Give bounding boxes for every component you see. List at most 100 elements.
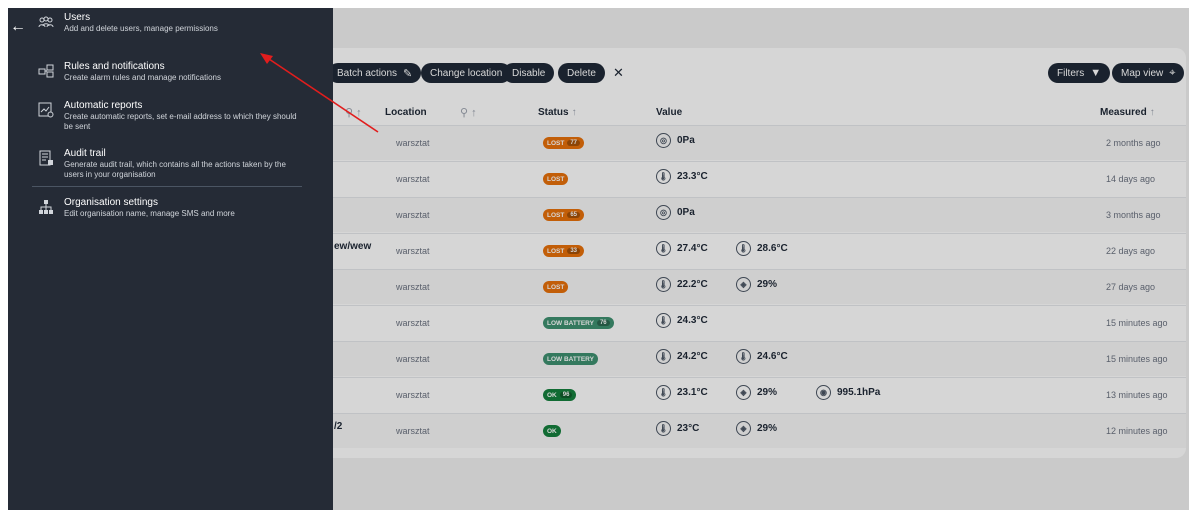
menu-divider (32, 186, 302, 187)
value-reading: ◈ 29% (736, 385, 777, 400)
status-label: LOST (547, 139, 565, 147)
menu-item-desc: Edit organisation name, manage SMS and m… (64, 209, 235, 218)
status-count: 33 (567, 248, 581, 254)
disable-button[interactable]: Disable (503, 63, 555, 83)
value-text: 995.1hPa (837, 387, 881, 398)
measured-cell: 27 days ago (1106, 282, 1156, 292)
table-row[interactable]: warsztat LOST 65 ◎ 0Pa 3 months ago (218, 197, 1186, 232)
disable-label: Disable (512, 67, 546, 79)
funnel-icon: ▼ (1090, 67, 1102, 79)
value-reading: 🌡 22.2°C (656, 277, 708, 292)
filters-button[interactable]: Filters ▼ (1048, 63, 1111, 83)
value-text: 0Pa (677, 135, 695, 146)
measured-cell: 15 minutes ago (1106, 354, 1168, 364)
menu-item-desc: Add and delete users, manage permissions (64, 24, 218, 33)
status-count: 65 (567, 212, 581, 218)
value-reading: ◎ 0Pa (656, 205, 695, 220)
delete-label: Delete (567, 67, 596, 79)
measured-cell: 14 days ago (1106, 174, 1156, 184)
thermometer-icon: 🌡 (656, 277, 671, 292)
batch-actions-label: Batch actions (337, 67, 398, 79)
table-row[interactable]: ew/wew warsztat LOST 33 🌡 27.4°C 🌡 28.6°C 22 day… (218, 233, 1186, 268)
value-reading: 🌡 24.2°C (656, 349, 708, 364)
value-reading: ◈ 29% (736, 277, 777, 292)
barometer-icon: ◉ (816, 385, 831, 400)
value-text: 24.6°C (757, 351, 788, 362)
location-cell: warsztat (396, 246, 430, 256)
status-badge: LOST 77 (543, 137, 585, 149)
table-row[interactable]: warsztat OK 96 🌡 23.1°C ◈ 29% ◉ 995.1hPa 13 minut… (218, 377, 1186, 412)
column-header-location[interactable]: Location (385, 107, 427, 118)
location-cell: warsztat (396, 174, 430, 184)
table-row[interactable]: warsztat LOST 🌡 23.3°C 14 days ago (218, 161, 1186, 196)
search-icon[interactable]: ⚲ ↑ (345, 106, 362, 119)
column-header-measured[interactable]: Measured ↑ (1100, 107, 1155, 118)
measured-cell: 12 minutes ago (1106, 426, 1168, 436)
close-batch-icon[interactable]: ✕ (613, 63, 624, 83)
table-row[interactable]: warsztat LOW BATTERY 76 🌡 24.3°C 15 minutes a… (218, 305, 1186, 340)
status-header-label: Status (538, 107, 569, 118)
status-count: 96 (559, 392, 573, 398)
table-row[interactable]: warsztat LOW BATTERY 🌡 24.2°C 🌡 24.6°C 15 minu… (218, 341, 1186, 376)
measured-cell: 2 months ago (1106, 138, 1161, 148)
audit-icon (39, 150, 53, 166)
value-text: 0Pa (677, 207, 695, 218)
status-badge: OK 96 (543, 389, 577, 401)
location-cell: warsztat (396, 390, 430, 400)
sort-arrow-icon: ↑ (571, 107, 577, 118)
value-text: 29% (757, 387, 778, 398)
table-row[interactable]: /2 warsztat OK 🌡 23°C ◈ 29% 12 minutes ago (218, 413, 1186, 448)
status-label: LOW BATTERY (547, 319, 594, 327)
location-header-label: Location (385, 107, 427, 118)
status-badge: LOST (543, 173, 569, 185)
location-cell: warsztat (396, 138, 430, 148)
pencil-icon: ✎ (403, 67, 413, 80)
status-label: LOST (547, 283, 565, 291)
arrow-left-icon[interactable]: ← (10, 18, 26, 36)
column-header-status[interactable]: Status ↑ (538, 107, 577, 118)
status-badge: LOW BATTERY (543, 353, 598, 365)
status-label: LOST (547, 175, 565, 183)
status-label: LOST (547, 211, 565, 219)
pressure-icon: ◎ (656, 133, 671, 148)
org-chart-icon (39, 200, 53, 214)
menu-item-desc: Create automatic reports, set e-mail add… (64, 112, 297, 131)
value-text: 27.4°C (677, 243, 708, 254)
measured-cell: 22 days ago (1106, 246, 1156, 256)
menu-item-desc: Generate audit trail, which contains all… (64, 160, 286, 179)
status-count: 76 (596, 320, 610, 326)
app-frame: Batch actions ✎ Change location Disable … (8, 8, 1189, 510)
status-badge: LOST 65 (543, 209, 585, 221)
status-label: OK (547, 427, 557, 435)
menu-item-desc: Create alarm rules and manage notificati… (64, 73, 221, 82)
device-name: ew/wew (334, 241, 372, 252)
menu-item-title: Rules and notifications (64, 61, 165, 72)
value-text: 24.2°C (677, 351, 708, 362)
sort-arrow-icon: ↑ (1149, 107, 1155, 118)
menu-item-title: Automatic reports (64, 100, 143, 111)
value-reading: ◉ 995.1hPa (816, 385, 880, 400)
humidity-icon: ◈ (736, 385, 751, 400)
table-row[interactable]: warsztat LOST 🌡 22.2°C ◈ 29% 27 days ago (218, 269, 1186, 304)
change-location-label: Change location (430, 67, 503, 79)
delete-button[interactable]: Delete (558, 63, 605, 83)
pressure-icon: ◎ (656, 205, 671, 220)
status-badge: OK (543, 425, 561, 437)
menu-item-title: Audit trail (64, 148, 106, 159)
map-view-label: Map view (1121, 67, 1164, 79)
users-icon (38, 16, 54, 28)
thermometer-icon: 🌡 (736, 349, 751, 364)
value-reading: 🌡 23.3°C (656, 169, 708, 184)
location-search-icon[interactable]: ⚲ ↑ (460, 106, 477, 119)
rules-icon (38, 64, 54, 78)
batch-actions-button[interactable]: Batch actions ✎ (328, 63, 422, 83)
value-reading: 🌡 24.3°C (656, 313, 708, 328)
table-row[interactable]: warsztat LOST 77 ◎ 0Pa 2 months ago (218, 125, 1186, 160)
value-reading: 🌡 28.6°C (736, 241, 788, 256)
status-badge: LOST (543, 281, 569, 293)
measured-cell: 13 minutes ago (1106, 390, 1168, 400)
change-location-button[interactable]: Change location (421, 63, 512, 83)
value-reading: ◎ 0Pa (656, 133, 695, 148)
value-text: 29% (757, 279, 778, 290)
map-view-button[interactable]: Map view ⌖ (1112, 63, 1185, 83)
